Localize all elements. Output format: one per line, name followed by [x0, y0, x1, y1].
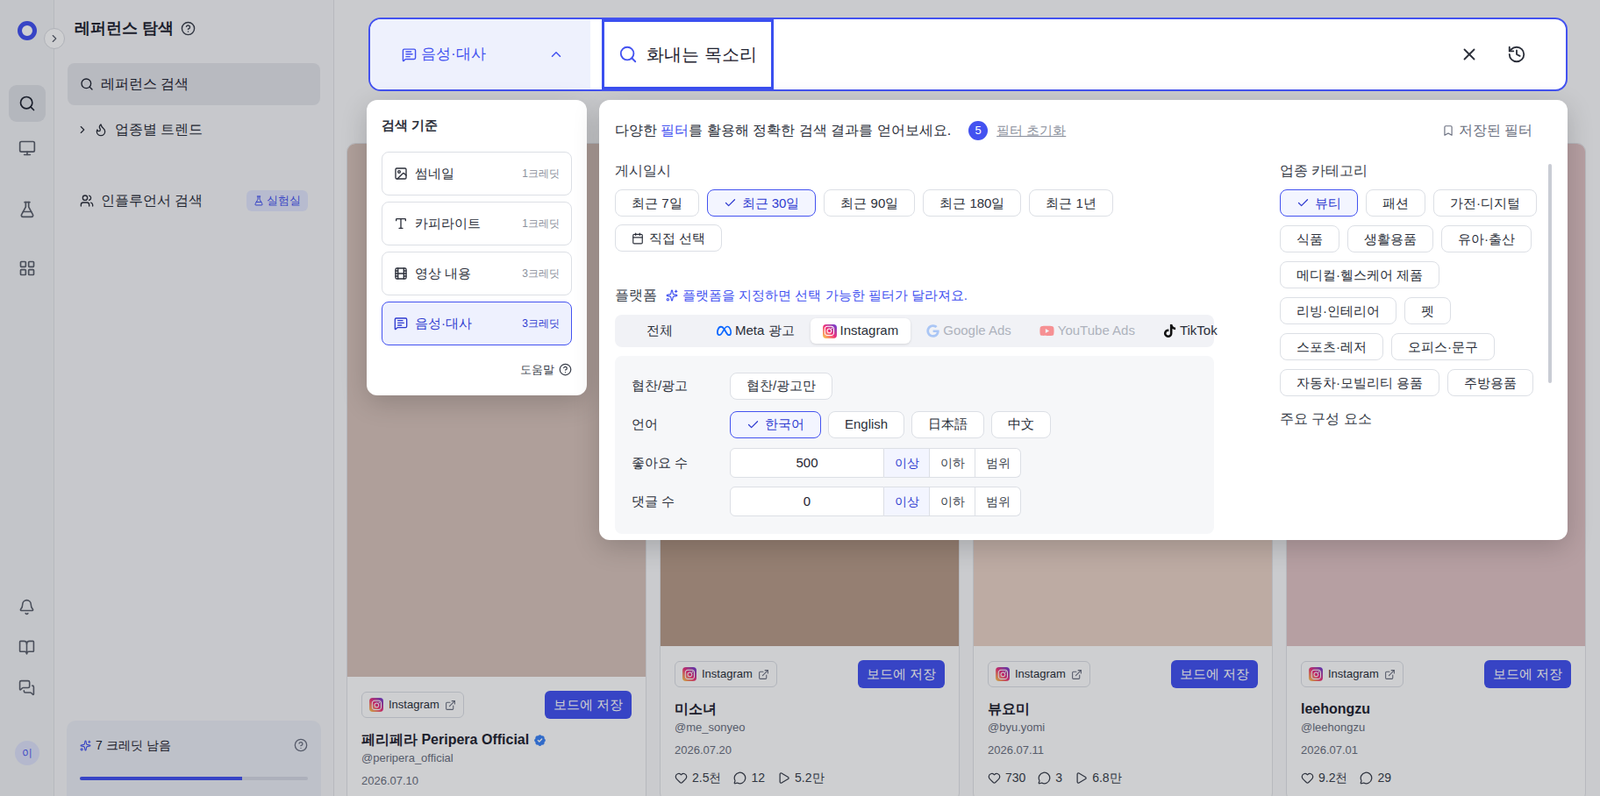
search-input[interactable]: 화내는 목소리: [601, 19, 774, 90]
history-icon: [1507, 44, 1527, 65]
youtube-icon: [1039, 323, 1055, 339]
date-chip[interactable]: 최근 1년: [1028, 189, 1114, 217]
platform-hint: 플랫폼을 지정하면 선택 가능한 필터가 달라져요.: [665, 286, 968, 305]
compare-mode[interactable]: 이하: [929, 448, 976, 479]
date-chip[interactable]: 최근 7일: [614, 189, 700, 217]
date-chip[interactable]: 최근 30일: [707, 189, 817, 217]
category-chip[interactable]: 생활용품: [1347, 225, 1434, 253]
compare-mode[interactable]: 범위: [975, 486, 1022, 517]
filter-chip[interactable]: 한국어: [729, 411, 822, 439]
google-icon: [926, 324, 940, 338]
category-chip[interactable]: 스포츠·레저: [1279, 333, 1384, 361]
search-bar: 음성·대사화내는 목소리: [368, 17, 1568, 92]
category-chip[interactable]: 오피스·문구: [1391, 333, 1495, 361]
filter-reset[interactable]: 필터 초기화: [996, 121, 1066, 142]
platform-label: 플랫폼: [614, 286, 658, 305]
search-mode-option[interactable]: 음성·대사3크레딧: [381, 301, 572, 346]
meta-icon: [716, 323, 732, 339]
category-chip[interactable]: 뷰티: [1279, 189, 1358, 217]
platform-tab[interactable]: 전체: [618, 318, 701, 344]
category-chip[interactable]: 펫: [1404, 297, 1451, 325]
category-chip[interactable]: 식품: [1279, 225, 1340, 253]
category-chip[interactable]: 패션: [1365, 189, 1426, 217]
sparkle-icon: [665, 289, 679, 302]
help-icon: [558, 363, 572, 377]
film-icon: [393, 266, 408, 281]
search-mode-option[interactable]: 카피라이트1크레딧: [381, 201, 572, 246]
filter-chip[interactable]: 中文: [991, 411, 1051, 439]
platform-tab: Google Ads: [914, 318, 1024, 344]
search-mode-option[interactable]: 영상 내용3크레딧: [381, 251, 572, 296]
date-chip[interactable]: 직접 선택: [614, 224, 722, 252]
compare-mode[interactable]: 이하: [929, 486, 976, 517]
date-label: 게시일시: [614, 162, 1215, 180]
saved-filters[interactable]: 저장된 필터: [1442, 120, 1533, 142]
components-label: 주요 구성 요소: [1279, 410, 1542, 429]
search-icon: [618, 44, 638, 65]
search-mode-menu: 검색 기준썸네일1크레딧카피라이트1크레딧영상 내용3크레딧음성·대사3크레딧도…: [366, 100, 587, 396]
check-icon: [746, 418, 760, 432]
filter-row: 협찬/광고협찬/광고만: [631, 371, 1198, 401]
clear-button[interactable]: [1455, 40, 1484, 69]
text-icon: [393, 216, 408, 231]
search-mode-option[interactable]: 썸네일1크레딧: [381, 151, 572, 196]
scrollbar[interactable]: [1548, 164, 1552, 384]
platform-tab: YouTube Ads: [1027, 318, 1148, 344]
help-link[interactable]: 도움말: [520, 361, 572, 379]
search-area: 음성·대사화내는 목소리검색 기준썸네일1크레딧카피라이트1크레딧영상 내용3크…: [368, 17, 1568, 92]
category-chip[interactable]: 리빙·인테리어: [1279, 297, 1397, 325]
filter-intro: 다양한 필터를 활용해 정확한 검색 결과를 얻어보세요.: [614, 120, 951, 142]
category-chip[interactable]: 가전·디지털: [1433, 189, 1537, 217]
instagram-icon: [822, 324, 837, 339]
image-icon: [393, 166, 408, 181]
search-mode-select[interactable]: 음성·대사: [370, 19, 591, 90]
app: 이레퍼런스 탐색레퍼런스 검색업종별 트렌드인플루언서 검색실험실7 크레딧 남…: [0, 0, 1600, 796]
platform-tab[interactable]: Meta 광고: [704, 318, 808, 344]
platform-tabs: 전체Meta 광고InstagramGoogle AdsYouTube AdsT…: [614, 314, 1215, 348]
filter-panel: 다양한 필터를 활용해 정확한 검색 결과를 얻어보세요. 5 필터 초기화 저장된 …: [599, 100, 1568, 541]
date-chip[interactable]: 최근 90일: [823, 189, 915, 217]
filter-chip[interactable]: 협찬/광고만: [729, 372, 833, 400]
calendar-icon: [631, 232, 644, 245]
filter-chip[interactable]: 日本語: [911, 411, 985, 439]
filter-count-badge: 5: [968, 121, 988, 141]
bookmark-icon: [1442, 124, 1455, 137]
check-icon: [1296, 196, 1310, 210]
platform-tab[interactable]: TikTok: [1150, 318, 1230, 344]
check-icon: [723, 196, 737, 210]
category-chip[interactable]: 자동차·모빌리티 용품: [1279, 369, 1440, 397]
history-button[interactable]: [1502, 40, 1531, 69]
menu-title: 검색 기준: [381, 116, 572, 135]
category-chip[interactable]: 메디컬·헬스케어 제품: [1279, 261, 1440, 289]
chevron-up-icon: [548, 46, 565, 63]
speech-icon: [393, 316, 408, 331]
date-chip[interactable]: 최근 180일: [922, 189, 1022, 217]
filter-chip[interactable]: English: [828, 411, 905, 439]
platform-tab[interactable]: Instagram: [810, 318, 912, 344]
compare-mode[interactable]: 범위: [975, 448, 1022, 479]
filter-row: 언어한국어English日本語中文: [631, 409, 1198, 440]
filter-row: 좋아요 수500이상이하범위: [631, 448, 1198, 479]
number-input[interactable]: 500: [729, 448, 885, 479]
compare-mode[interactable]: 이상: [884, 448, 930, 479]
category-label: 업종 카테고리: [1279, 162, 1542, 180]
tiktok-icon: [1163, 324, 1177, 338]
close-icon: [1459, 44, 1479, 65]
category-chip[interactable]: 유아·출산: [1441, 225, 1532, 253]
platform-options: 협찬/광고협찬/광고만언어한국어English日本語中文 좋아요 수500이상이하…: [614, 356, 1215, 535]
number-input[interactable]: 0: [729, 486, 885, 517]
compare-mode[interactable]: 이상: [884, 486, 930, 517]
filter-row: 댓글 수0이상이하범위: [631, 486, 1198, 517]
category-chip[interactable]: 주방용품: [1447, 369, 1534, 397]
speech-icon: [401, 47, 417, 63]
